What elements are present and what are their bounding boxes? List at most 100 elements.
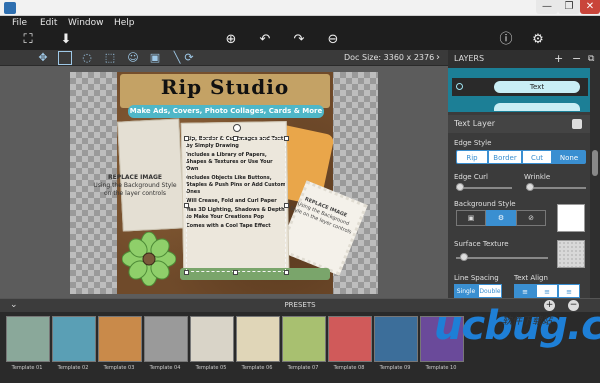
flower-decoration bbox=[122, 232, 176, 286]
resize-handle[interactable] bbox=[284, 136, 289, 141]
wrinkle-slider[interactable] bbox=[526, 187, 586, 189]
surface-texture-slider[interactable] bbox=[456, 257, 548, 259]
layer-thumbnail-next bbox=[494, 103, 580, 111]
info-icon[interactable]: ⓘ bbox=[498, 32, 514, 48]
menu-help[interactable]: Help bbox=[114, 16, 135, 30]
text-align-label: Text Align bbox=[514, 274, 548, 282]
preset-thumb[interactable] bbox=[52, 316, 96, 362]
layers-header: LAYERS + − ⧉ bbox=[448, 50, 600, 68]
preset-thumb[interactable] bbox=[328, 316, 372, 362]
preset-label: Template 09 bbox=[379, 365, 411, 371]
duplicate-layer-button[interactable]: ⧉ bbox=[588, 50, 594, 68]
layer-visibility-icon[interactable] bbox=[456, 83, 463, 90]
panel-scroll-thumb[interactable] bbox=[592, 150, 598, 176]
image-icon[interactable]: ▣ bbox=[148, 51, 162, 65]
preset-label: Template 01 bbox=[11, 365, 43, 371]
menu-bar: File Edit Window Help bbox=[0, 16, 600, 30]
chevron-right-icon[interactable]: › bbox=[436, 51, 440, 65]
wrinkle-knob[interactable] bbox=[526, 183, 534, 191]
align-left-icon[interactable]: ≡ bbox=[514, 284, 536, 298]
edge-curl-slider[interactable] bbox=[456, 187, 512, 189]
settings-icon[interactable]: ⚙ bbox=[530, 32, 546, 48]
close-button[interactable]: ✕ bbox=[580, 0, 600, 14]
preset-label: Template 06 bbox=[241, 365, 273, 371]
app-icon bbox=[4, 2, 16, 14]
edge-style-label: Edge Style bbox=[454, 139, 492, 147]
doc-size-label: Doc Size: 3360 x 2376 bbox=[344, 53, 435, 62]
maximize-button[interactable]: ❐ bbox=[558, 0, 580, 14]
watermark-caption: 软件下载站 bbox=[502, 316, 552, 327]
resize-handle[interactable] bbox=[184, 270, 189, 275]
zoom-in-icon[interactable]: ⊕ bbox=[223, 32, 239, 48]
preset-label: Template 10 bbox=[425, 365, 457, 371]
crop-icon[interactable]: ⛶ bbox=[20, 32, 36, 48]
minimize-button[interactable]: — bbox=[536, 0, 558, 14]
main-toolbar: ⛶ ⬇ ⊕ ↶ ↷ ⊖ ⓘ ⚙ bbox=[0, 30, 600, 50]
save-icon[interactable]: ⬇ bbox=[58, 32, 74, 48]
resize-handle[interactable] bbox=[184, 203, 189, 208]
menu-file[interactable]: File bbox=[12, 16, 27, 30]
edge-border-option[interactable]: Border bbox=[488, 150, 522, 164]
wrinkle-label: Wrinkle bbox=[524, 173, 551, 181]
preset-label: Template 08 bbox=[333, 365, 365, 371]
redo-icon[interactable]: ↷ bbox=[291, 32, 307, 48]
canvas-title: Rip Studio bbox=[160, 75, 290, 99]
preset-thumb[interactable] bbox=[190, 316, 234, 362]
undo-icon[interactable]: ↶ bbox=[257, 32, 273, 48]
preset-label: Template 05 bbox=[195, 365, 227, 371]
line-spacing-double[interactable]: Double bbox=[478, 284, 502, 298]
resize-handle[interactable] bbox=[284, 203, 289, 208]
align-center-icon[interactable]: ≡ bbox=[536, 284, 558, 298]
zoom-out-icon[interactable]: ⊖ bbox=[325, 32, 341, 48]
bg-image-button[interactable]: ▣ bbox=[456, 210, 486, 226]
panel-scrollbar[interactable] bbox=[590, 68, 600, 298]
preset-thumb[interactable] bbox=[144, 316, 188, 362]
preset-thumb[interactable] bbox=[98, 316, 142, 362]
text-layer-icon[interactable] bbox=[572, 119, 582, 129]
menu-edit[interactable]: Edit bbox=[40, 16, 57, 30]
background-style-label: Background Style bbox=[454, 200, 516, 208]
rotate-handle[interactable] bbox=[233, 124, 241, 132]
title-bar bbox=[0, 0, 600, 16]
preset-label: Template 04 bbox=[149, 365, 181, 371]
surface-texture-label: Surface Texture bbox=[454, 240, 509, 248]
layer-thumbnail: Text bbox=[494, 81, 580, 93]
text-layer-header: Text Layer bbox=[448, 115, 590, 133]
preset-thumb[interactable] bbox=[6, 316, 50, 362]
preset-label: Template 07 bbox=[287, 365, 319, 371]
remove-layer-button[interactable]: − bbox=[572, 50, 581, 68]
line-spacing-single[interactable]: Single bbox=[454, 284, 478, 298]
resize-handle[interactable] bbox=[284, 270, 289, 275]
align-right-icon[interactable]: ≡ bbox=[558, 284, 580, 298]
background-color-swatch[interactable] bbox=[557, 204, 585, 232]
person-icon[interactable]: ☺ bbox=[126, 51, 140, 65]
canvas-subtitle: Make Ads, Covers, Photo Collages, Cards … bbox=[129, 107, 323, 115]
bg-none-button[interactable]: ⊘ bbox=[516, 210, 546, 226]
tool-options-row: ✥ ◌ ⬚ ☺ ▣ ╲ ⟳ Doc Size: 3360 x 2376 › bbox=[0, 50, 448, 66]
preset-label: Template 03 bbox=[103, 365, 135, 371]
edge-curl-knob[interactable] bbox=[456, 183, 464, 191]
add-layer-button[interactable]: + bbox=[554, 50, 563, 68]
preset-thumb[interactable] bbox=[374, 316, 418, 362]
resize-handle[interactable] bbox=[233, 136, 238, 141]
rect-select-icon[interactable] bbox=[58, 51, 72, 65]
replace-image-left-title: REPLACE IMAGE bbox=[107, 174, 163, 181]
lasso-icon[interactable]: ◌ bbox=[80, 51, 94, 65]
preset-thumb[interactable] bbox=[282, 316, 326, 362]
stamp-icon[interactable]: ⬚ bbox=[103, 51, 117, 65]
edge-rip-option[interactable]: Rip bbox=[456, 150, 488, 164]
move-icon[interactable]: ✥ bbox=[36, 51, 50, 65]
selection-box[interactable] bbox=[186, 138, 286, 272]
rotate-icon[interactable]: ⟳ bbox=[182, 51, 196, 65]
menu-window[interactable]: Window bbox=[68, 16, 104, 30]
layers-title: LAYERS bbox=[454, 54, 485, 63]
edge-none-option[interactable]: None bbox=[552, 150, 586, 164]
preset-thumb[interactable] bbox=[236, 316, 280, 362]
text-layer-title: Text Layer bbox=[454, 119, 496, 128]
edge-cut-option[interactable]: Cut bbox=[522, 150, 552, 164]
bg-pattern-button[interactable]: ⚙ bbox=[486, 210, 516, 226]
resize-handle[interactable] bbox=[233, 270, 238, 275]
replace-image-left-body: Using the Background Style on the layer … bbox=[93, 182, 177, 197]
resize-handle[interactable] bbox=[184, 136, 189, 141]
texture-swatch[interactable] bbox=[557, 240, 585, 268]
